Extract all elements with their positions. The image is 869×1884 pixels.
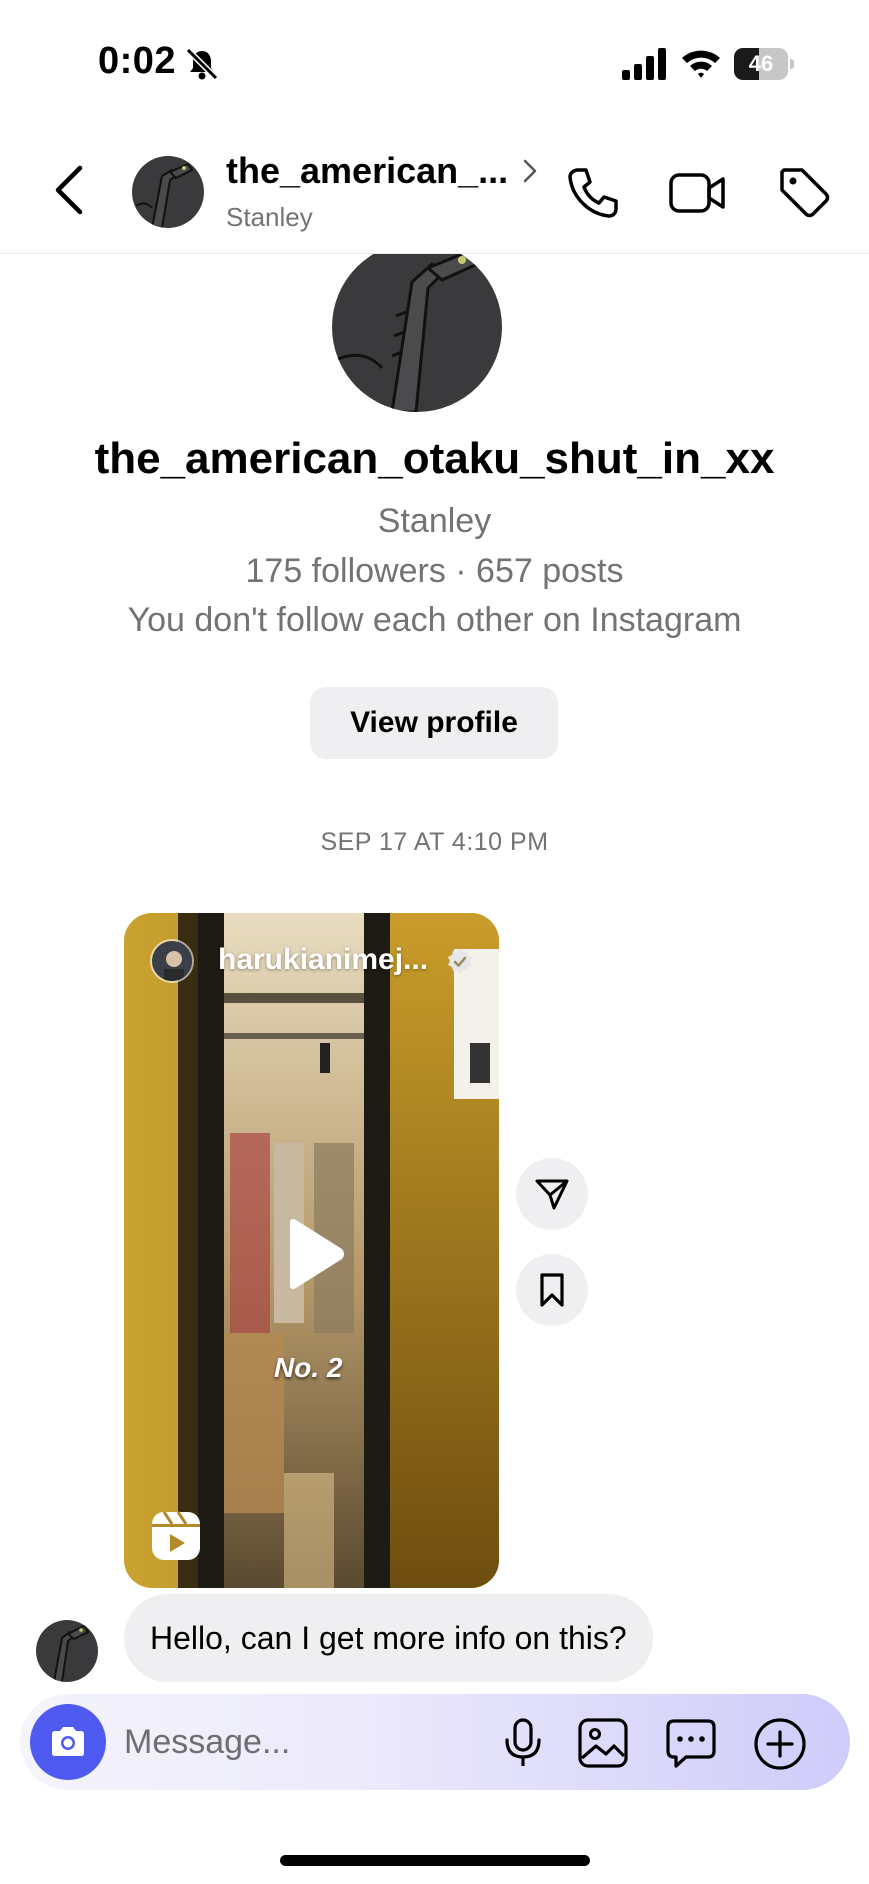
sender-avatar[interactable] xyxy=(36,1620,98,1682)
bookmark-icon xyxy=(540,1273,564,1307)
shared-reel-card[interactable]: harukianimej... No. 2 xyxy=(124,913,499,1588)
reel-caption: No. 2 xyxy=(274,1352,343,1383)
verified-badge-icon xyxy=(448,949,472,974)
back-chevron-icon[interactable] xyxy=(48,162,92,218)
avatar-drawing xyxy=(36,1620,98,1682)
battery-level: 46 xyxy=(748,51,774,76)
plus-circle-icon[interactable] xyxy=(752,1716,808,1772)
camera-icon xyxy=(52,1727,84,1756)
chevron-right-icon xyxy=(523,159,537,183)
message-bubble[interactable]: Hello, can I get more info on this? xyxy=(124,1594,653,1682)
home-indicator[interactable] xyxy=(280,1855,590,1866)
header-name-row[interactable]: the_american_... xyxy=(226,150,538,192)
header-avatar[interactable] xyxy=(132,156,204,228)
phone-icon[interactable] xyxy=(566,166,620,220)
header-username: the_american_... xyxy=(226,150,509,191)
tag-icon[interactable] xyxy=(776,164,832,220)
avatar-drawing xyxy=(332,242,502,412)
share-reel-button[interactable] xyxy=(516,1158,588,1230)
reels-icon xyxy=(152,1511,200,1560)
wifi-icon xyxy=(682,50,720,78)
play-icon[interactable] xyxy=(282,1217,346,1291)
view-profile-button[interactable]: View profile xyxy=(310,687,558,759)
battery-body: 46 xyxy=(734,48,788,80)
follow-status: You don't follow each other on Instagram xyxy=(127,601,742,639)
video-camera-icon[interactable] xyxy=(668,168,726,218)
message-composer xyxy=(20,1694,850,1790)
sticker-chat-icon[interactable] xyxy=(664,1716,718,1770)
cellular-signal-icon xyxy=(622,48,666,80)
profile-avatar[interactable] xyxy=(332,242,502,412)
profile-full-name: Stanley xyxy=(377,502,492,540)
bell-slash-icon xyxy=(185,47,219,81)
profile-username: the_american_otaku_shut_in_xx xyxy=(94,434,775,483)
reel-owner-name[interactable]: harukianimej... xyxy=(218,943,428,977)
send-icon xyxy=(535,1179,569,1210)
microphone-icon[interactable] xyxy=(496,1716,550,1770)
avatar-drawing xyxy=(132,156,204,228)
message-timestamp: SEP 17 AT 4:10 PM xyxy=(320,828,549,856)
chat-header: the_american_... Stanley xyxy=(0,120,869,254)
camera-button[interactable] xyxy=(30,1704,106,1780)
battery-icon: 46 xyxy=(734,48,794,80)
header-full-name: Stanley xyxy=(226,202,313,232)
profile-stats: 175 followers · 657 posts xyxy=(245,552,624,590)
battery-tip xyxy=(790,59,794,69)
reel-owner-avatar[interactable] xyxy=(150,939,194,983)
status-bar: 0:02 46 xyxy=(0,0,869,120)
image-icon[interactable] xyxy=(576,1716,630,1770)
message-input[interactable] xyxy=(124,1712,484,1772)
save-reel-button[interactable] xyxy=(516,1254,588,1326)
status-time: 0:02 xyxy=(98,40,177,82)
